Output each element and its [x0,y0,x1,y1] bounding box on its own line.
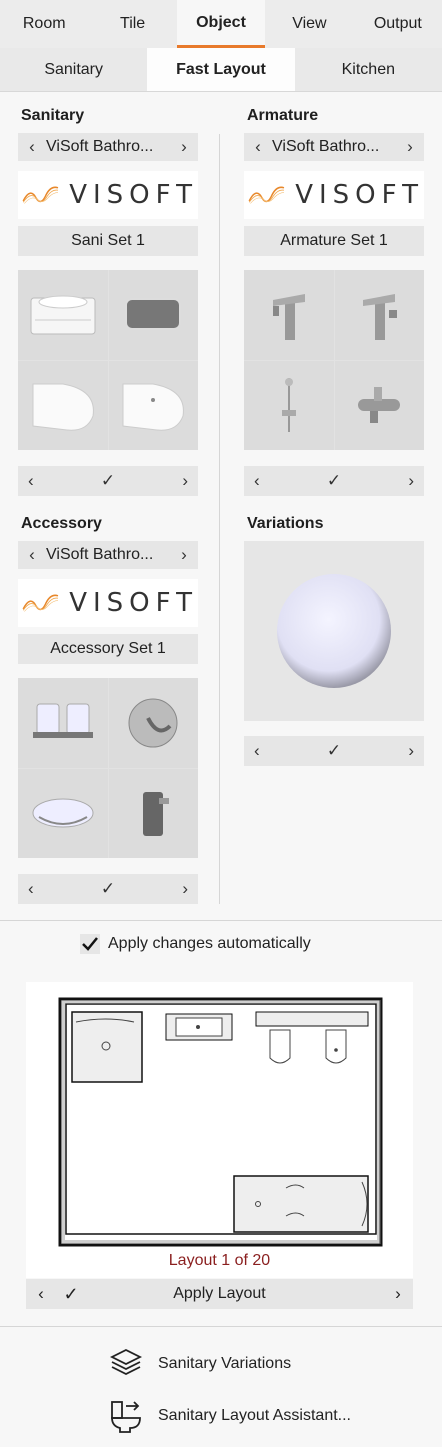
variations-nav-bar: ‹ ✓ › [244,736,424,766]
visoft-logo: VISOFT [18,171,198,219]
apply-auto-checkbox[interactable] [80,934,100,954]
bidet-thumbnail [108,360,198,450]
layout-preview[interactable] [26,982,413,1278]
mirror-thumbnail [108,270,198,360]
chevron-right-icon[interactable]: › [396,137,424,157]
tab-fast-layout[interactable]: Fast Layout [147,48,295,91]
towel-hook-thumbnail [108,678,198,768]
tab-object[interactable]: Object [176,0,266,48]
checkmark-icon[interactable]: ✓ [327,741,341,761]
accessory-preview-grid[interactable] [18,678,198,858]
chevron-left-icon[interactable]: ‹ [18,137,46,157]
chevron-right-icon[interactable]: › [182,879,188,899]
chevron-right-icon[interactable]: › [170,545,198,565]
armature-set-name: Armature Set 1 [244,226,424,256]
chevron-right-icon[interactable]: › [408,741,414,761]
glass-holder-thumbnail [18,678,108,768]
bidet-faucet-thumbnail [334,270,424,360]
visoft-logo: VISOFT [18,579,198,627]
logo-wordmark: VISOFT [295,180,424,210]
chevron-left-icon[interactable]: ‹ [244,137,272,157]
color-swatch [277,574,391,688]
visoft-wave-icon [248,186,285,204]
sanitary-layout-assistant-button[interactable]: Sanitary Layout Assistant... [108,1398,351,1434]
chevron-left-icon[interactable]: ‹ [28,471,34,491]
chevron-left-icon[interactable]: ‹ [28,879,34,899]
soap-dish-thumbnail [18,768,108,858]
chevron-left-icon[interactable]: ‹ [254,471,260,491]
toilet-icon [111,1401,141,1433]
accessory-catalog-select[interactable]: ‹ ViSoft Bathro... › [18,541,198,569]
tumbler-thumbnail [108,768,198,858]
armature-catalog-value: ViSoft Bathro... [272,138,380,155]
chevron-right-icon[interactable]: › [170,137,198,157]
apply-auto-option[interactable]: Apply changes automatically [80,934,311,954]
armature-nav-bar: ‹ ✓ › [244,466,424,496]
armature-catalog-select[interactable]: ‹ ViSoft Bathro... › [244,133,424,161]
sanitary-catalog-value: ViSoft Bathro... [46,138,154,155]
checkmark-icon[interactable]: ✓ [101,471,115,491]
chevron-left-icon[interactable]: ‹ [254,741,260,761]
sanitary-preview-grid[interactable] [18,270,198,450]
checkmark-icon [82,937,98,951]
chevron-left-icon[interactable]: ‹ [26,1284,56,1304]
chevron-left-icon[interactable]: ‹ [18,545,46,565]
checkmark-icon[interactable]: ✓ [101,879,115,899]
chevron-right-icon[interactable]: › [353,1284,413,1304]
sub-tab-bar: Sanitary Fast Layout Kitchen [0,48,442,92]
floor-plan [58,997,383,1247]
sanitary-variations-label: Sanitary Variations [158,1355,292,1372]
armature-preview-grid[interactable] [244,270,424,450]
sanitary-set-name: Sani Set 1 [18,226,198,256]
layers-icon [109,1348,143,1376]
sanitary-catalog-select[interactable]: ‹ ViSoft Bathro... › [18,133,198,161]
column-divider [219,134,220,904]
checkmark-icon[interactable]: ✓ [56,1284,86,1305]
chevron-right-icon[interactable]: › [408,471,414,491]
toilet-thumbnail [18,360,108,450]
apply-layout-bar: ‹ ✓ Apply Layout › [26,1279,413,1309]
armature-title: Armature [247,107,319,124]
bath-mixer-thumbnail [334,360,424,450]
accessory-set-name: Accessory Set 1 [18,634,198,664]
accessory-nav-bar: ‹ ✓ › [18,874,198,904]
sanitary-layout-assistant-label: Sanitary Layout Assistant... [158,1407,351,1424]
washbasin-thumbnail [18,270,108,360]
sanitary-title: Sanitary [21,107,85,124]
tab-sanitary[interactable]: Sanitary [0,48,147,91]
visoft-wave-icon [22,594,59,612]
layout-counter: Layout 1 of 20 [168,1252,271,1269]
apply-auto-label: Apply changes automatically [108,935,311,952]
visoft-logo: VISOFT [244,171,424,219]
apply-layout-button[interactable]: Apply Layout [86,1285,353,1303]
chevron-right-icon[interactable]: › [182,471,188,491]
logo-wordmark: VISOFT [69,588,198,618]
tab-tile[interactable]: Tile [88,0,176,48]
tab-output[interactable]: Output [354,0,442,48]
sanitary-nav-bar: ‹ ✓ › [18,466,198,496]
sanitary-variations-button[interactable]: Sanitary Variations [108,1346,291,1382]
section-divider [0,920,442,921]
tab-room[interactable]: Room [0,0,88,48]
basin-faucet-thumbnail [244,270,334,360]
accessory-catalog-value: ViSoft Bathro... [46,546,154,563]
shower-set-thumbnail [244,360,334,450]
visoft-wave-icon [22,186,59,204]
tab-kitchen[interactable]: Kitchen [295,48,442,91]
logo-wordmark: VISOFT [69,180,198,210]
variation-preview[interactable] [244,541,424,721]
tab-view[interactable]: View [265,0,353,48]
variations-title: Variations [247,515,324,532]
checkmark-icon[interactable]: ✓ [327,471,341,491]
section-divider [0,1326,442,1327]
accessory-title: Accessory [21,515,102,532]
main-tab-bar: Room Tile Object View Output [0,0,442,48]
